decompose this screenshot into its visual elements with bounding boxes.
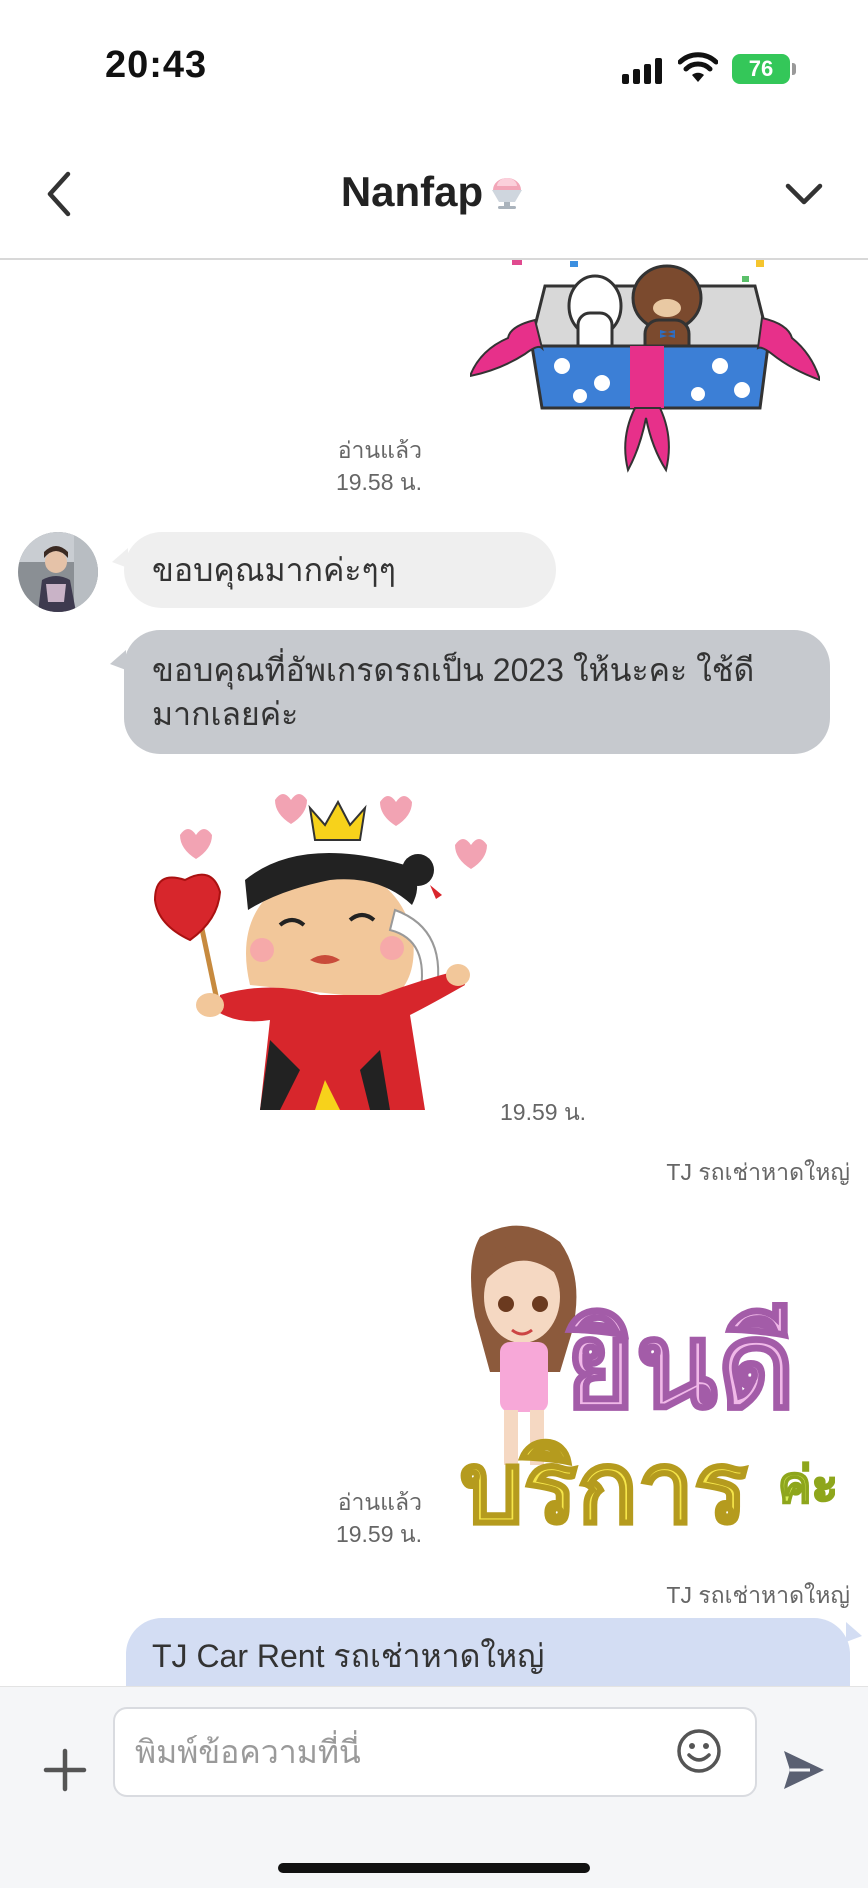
wifi-icon (678, 52, 718, 82)
message-input-container[interactable] (113, 1707, 757, 1797)
battery-tip (792, 63, 796, 75)
message-timestamp: 19.59 น. (500, 1099, 587, 1125)
incoming-message-bubble[interactable]: ขอบคุณที่อัพเกรดรถเป็น 2023 ให้นะคะ ใช้ด… (124, 630, 830, 754)
message-timestamp: 19.58 น. (335, 469, 422, 495)
message-read-status: อ่านแล้ว (337, 437, 422, 463)
contact-avatar[interactable] (18, 532, 98, 612)
smile-icon[interactable] (675, 1727, 723, 1775)
gift-box-sticker[interactable] (470, 260, 820, 480)
bubble-tail (846, 1622, 862, 1642)
chat-message-list[interactable]: อ่านแล้ว 19.58 น. ขอบคุณมากค่ะๆๆ ขอบคุณท… (0, 260, 868, 1686)
battery-indicator: 76 (732, 54, 790, 84)
sender-name: TJ รถเช่าหาดใหญ่ (666, 1582, 850, 1608)
status-bar: 20:43 76 (0, 0, 868, 130)
status-time: 20:43 (105, 44, 208, 86)
send-icon[interactable] (780, 1745, 828, 1795)
chevron-down-icon[interactable] (780, 170, 828, 218)
welcome-service-sticker[interactable]: ยินดี บริการ ค่ะ (460, 1222, 835, 1540)
message-timestamp: 19.59 น. (335, 1521, 422, 1547)
sticker-text-suffix: ค่ะ (778, 1456, 835, 1514)
message-read-status: อ่านแล้ว (337, 1489, 422, 1515)
outgoing-message-bubble[interactable]: TJ Car Rent รถเช่าหาดใหญ่ (126, 1618, 850, 1686)
sticker-text-top: ยินดี (565, 1297, 795, 1436)
message-input[interactable] (133, 1727, 657, 1777)
outgoing-message-text: TJ Car Rent รถเช่าหาดใหญ่ (152, 1638, 545, 1674)
message-composer (0, 1686, 868, 1888)
chat-title-text: Nanfap (340, 168, 484, 215)
shaved-ice-emoji-icon (492, 178, 523, 209)
home-indicator (278, 1863, 590, 1873)
incoming-message-bubble[interactable]: ขอบคุณมากค่ะๆๆ (124, 532, 556, 608)
queen-hearts-sticker[interactable] (150, 780, 500, 1110)
signal-icon (622, 58, 666, 84)
sticker-text-bottom: บริการ (460, 1429, 748, 1540)
plus-icon[interactable] (42, 1747, 88, 1793)
chat-header: Nanfap (0, 130, 868, 260)
chat-title[interactable]: Nanfap (0, 168, 868, 216)
sender-name: TJ รถเช่าหาดใหญ่ (666, 1159, 850, 1185)
